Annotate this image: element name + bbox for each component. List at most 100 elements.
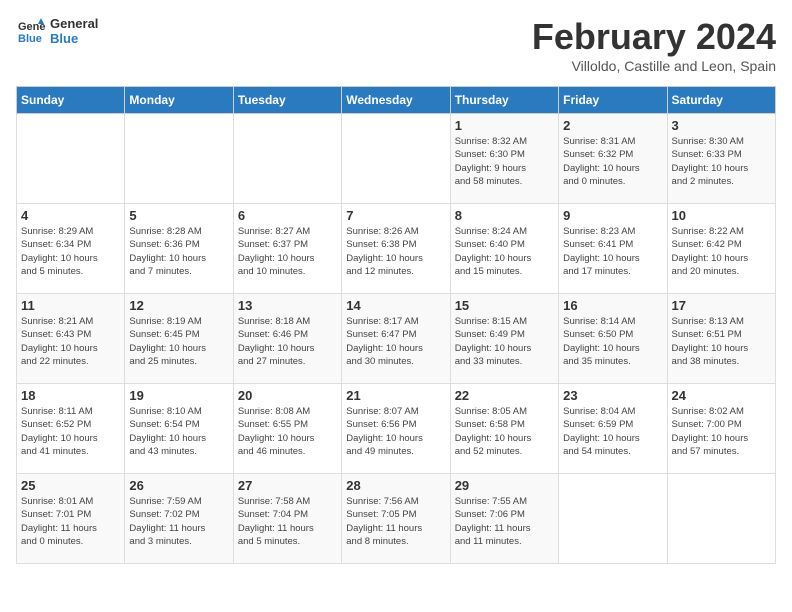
day-info: Sunrise: 8:21 AM Sunset: 6:43 PM Dayligh… bbox=[21, 315, 120, 368]
day-info: Sunrise: 8:30 AM Sunset: 6:33 PM Dayligh… bbox=[672, 135, 771, 188]
day-info: Sunrise: 8:13 AM Sunset: 6:51 PM Dayligh… bbox=[672, 315, 771, 368]
calendar-day-header: Sunday bbox=[17, 87, 125, 114]
calendar-day-header: Saturday bbox=[667, 87, 775, 114]
day-number: 21 bbox=[346, 388, 445, 403]
day-info: Sunrise: 8:14 AM Sunset: 6:50 PM Dayligh… bbox=[563, 315, 662, 368]
day-number: 5 bbox=[129, 208, 228, 223]
day-info: Sunrise: 7:59 AM Sunset: 7:02 PM Dayligh… bbox=[129, 495, 228, 548]
day-info: Sunrise: 7:58 AM Sunset: 7:04 PM Dayligh… bbox=[238, 495, 337, 548]
day-info: Sunrise: 8:26 AM Sunset: 6:38 PM Dayligh… bbox=[346, 225, 445, 278]
day-info: Sunrise: 8:02 AM Sunset: 7:00 PM Dayligh… bbox=[672, 405, 771, 458]
calendar-cell: 14Sunrise: 8:17 AM Sunset: 6:47 PM Dayli… bbox=[342, 294, 450, 384]
day-number: 26 bbox=[129, 478, 228, 493]
calendar-cell bbox=[667, 474, 775, 564]
calendar-cell bbox=[342, 114, 450, 204]
day-info: Sunrise: 7:55 AM Sunset: 7:06 PM Dayligh… bbox=[455, 495, 554, 548]
day-number: 15 bbox=[455, 298, 554, 313]
day-number: 13 bbox=[238, 298, 337, 313]
calendar-week-row: 25Sunrise: 8:01 AM Sunset: 7:01 PM Dayli… bbox=[17, 474, 776, 564]
main-title: February 2024 bbox=[532, 16, 776, 58]
day-info: Sunrise: 8:22 AM Sunset: 6:42 PM Dayligh… bbox=[672, 225, 771, 278]
day-info: Sunrise: 8:17 AM Sunset: 6:47 PM Dayligh… bbox=[346, 315, 445, 368]
day-number: 24 bbox=[672, 388, 771, 403]
day-info: Sunrise: 8:18 AM Sunset: 6:46 PM Dayligh… bbox=[238, 315, 337, 368]
day-number: 29 bbox=[455, 478, 554, 493]
calendar-cell: 12 Sunrise: 8:19 AM Sunset: 6:45 PM Dayli… bbox=[125, 294, 233, 384]
subtitle: Villoldo, Castille and Leon, Spain bbox=[532, 58, 776, 74]
calendar-cell: 27 Sunrise: 7:58 AM Sunset: 7:04 PM Dayli… bbox=[233, 474, 341, 564]
day-info: Sunrise: 8:23 AM Sunset: 6:41 PM Dayligh… bbox=[563, 225, 662, 278]
calendar-week-row: 1 Sunrise: 8:32 AM Sunset: 6:30 PM Daylig… bbox=[17, 114, 776, 204]
day-info: Sunrise: 7:56 AM Sunset: 7:05 PM Dayligh… bbox=[346, 495, 445, 548]
day-number: 20 bbox=[238, 388, 337, 403]
calendar-day-header: Tuesday bbox=[233, 87, 341, 114]
calendar-cell: 11 Sunrise: 8:21 AM Sunset: 6:43 PM Dayli… bbox=[17, 294, 125, 384]
title-block: February 2024 Villoldo, Castille and Leo… bbox=[532, 16, 776, 74]
svg-text:Blue: Blue bbox=[18, 33, 42, 45]
calendar-cell: 2 Sunrise: 8:31 AM Sunset: 6:32 PM Daylig… bbox=[559, 114, 667, 204]
calendar-cell: 21 Sunrise: 8:07 AM Sunset: 6:56 PM Dayli… bbox=[342, 384, 450, 474]
calendar-header-row: SundayMondayTuesdayWednesdayThursdayFrid… bbox=[17, 87, 776, 114]
calendar-cell bbox=[17, 114, 125, 204]
calendar-cell bbox=[233, 114, 341, 204]
calendar-day-header: Friday bbox=[559, 87, 667, 114]
logo-line2: Blue bbox=[50, 31, 98, 46]
calendar-cell: 28Sunrise: 7:56 AM Sunset: 7:05 PM Dayli… bbox=[342, 474, 450, 564]
calendar-day-header: Wednesday bbox=[342, 87, 450, 114]
calendar-cell: 10 Sunrise: 8:22 AM Sunset: 6:42 PM Dayli… bbox=[667, 204, 775, 294]
day-info: Sunrise: 8:15 AM Sunset: 6:49 PM Dayligh… bbox=[455, 315, 554, 368]
day-number: 8 bbox=[455, 208, 554, 223]
day-number: 16 bbox=[563, 298, 662, 313]
day-info: Sunrise: 8:07 AM Sunset: 6:56 PM Dayligh… bbox=[346, 405, 445, 458]
day-info: Sunrise: 8:10 AM Sunset: 6:54 PM Dayligh… bbox=[129, 405, 228, 458]
day-info: Sunrise: 8:08 AM Sunset: 6:55 PM Dayligh… bbox=[238, 405, 337, 458]
day-info: Sunrise: 8:27 AM Sunset: 6:37 PM Dayligh… bbox=[238, 225, 337, 278]
calendar-cell: 25Sunrise: 8:01 AM Sunset: 7:01 PM Dayli… bbox=[17, 474, 125, 564]
day-number: 22 bbox=[455, 388, 554, 403]
calendar-cell: 17 Sunrise: 8:13 AM Sunset: 6:51 PM Dayli… bbox=[667, 294, 775, 384]
day-number: 9 bbox=[563, 208, 662, 223]
calendar-cell: 29 Sunrise: 7:55 AM Sunset: 7:06 PM Dayli… bbox=[450, 474, 558, 564]
calendar-cell: 13 Sunrise: 8:18 AM Sunset: 6:46 PM Dayli… bbox=[233, 294, 341, 384]
calendar-cell: 7Sunrise: 8:26 AM Sunset: 6:38 PM Daylig… bbox=[342, 204, 450, 294]
day-number: 27 bbox=[238, 478, 337, 493]
calendar-cell: 23 Sunrise: 8:04 AM Sunset: 6:59 PM Dayli… bbox=[559, 384, 667, 474]
calendar-cell: 24 Sunrise: 8:02 AM Sunset: 7:00 PM Dayli… bbox=[667, 384, 775, 474]
day-number: 12 bbox=[129, 298, 228, 313]
day-number: 1 bbox=[455, 118, 554, 133]
calendar-cell: 26 Sunrise: 7:59 AM Sunset: 7:02 PM Dayli… bbox=[125, 474, 233, 564]
day-info: Sunrise: 8:29 AM Sunset: 6:34 PM Dayligh… bbox=[21, 225, 120, 278]
day-number: 2 bbox=[563, 118, 662, 133]
day-number: 11 bbox=[21, 298, 120, 313]
calendar-table: SundayMondayTuesdayWednesdayThursdayFrid… bbox=[16, 86, 776, 564]
page-header: General Blue General Blue February 2024 … bbox=[16, 16, 776, 74]
calendar-cell: 4Sunrise: 8:29 AM Sunset: 6:34 PM Daylig… bbox=[17, 204, 125, 294]
logo-line1: General bbox=[50, 16, 98, 31]
day-info: Sunrise: 8:19 AM Sunset: 6:45 PM Dayligh… bbox=[129, 315, 228, 368]
calendar-cell: 18Sunrise: 8:11 AM Sunset: 6:52 PM Dayli… bbox=[17, 384, 125, 474]
calendar-cell: 3Sunrise: 8:30 AM Sunset: 6:33 PM Daylig… bbox=[667, 114, 775, 204]
calendar-body: 1 Sunrise: 8:32 AM Sunset: 6:30 PM Daylig… bbox=[17, 114, 776, 564]
calendar-week-row: 11 Sunrise: 8:21 AM Sunset: 6:43 PM Dayli… bbox=[17, 294, 776, 384]
calendar-cell: 20 Sunrise: 8:08 AM Sunset: 6:55 PM Dayli… bbox=[233, 384, 341, 474]
logo: General Blue General Blue bbox=[16, 16, 98, 46]
logo-icon: General Blue bbox=[16, 16, 46, 46]
day-info: Sunrise: 8:01 AM Sunset: 7:01 PM Dayligh… bbox=[21, 495, 120, 548]
calendar-cell: 1 Sunrise: 8:32 AM Sunset: 6:30 PM Daylig… bbox=[450, 114, 558, 204]
calendar-cell: 6 Sunrise: 8:27 AM Sunset: 6:37 PM Daylig… bbox=[233, 204, 341, 294]
day-number: 6 bbox=[238, 208, 337, 223]
calendar-cell: 9 Sunrise: 8:23 AM Sunset: 6:41 PM Daylig… bbox=[559, 204, 667, 294]
day-info: Sunrise: 8:32 AM Sunset: 6:30 PM Dayligh… bbox=[455, 135, 554, 188]
day-number: 17 bbox=[672, 298, 771, 313]
calendar-cell: 15 Sunrise: 8:15 AM Sunset: 6:49 PM Dayli… bbox=[450, 294, 558, 384]
day-number: 18 bbox=[21, 388, 120, 403]
day-info: Sunrise: 8:24 AM Sunset: 6:40 PM Dayligh… bbox=[455, 225, 554, 278]
calendar-cell bbox=[559, 474, 667, 564]
calendar-cell bbox=[125, 114, 233, 204]
calendar-cell: 5Sunrise: 8:28 AM Sunset: 6:36 PM Daylig… bbox=[125, 204, 233, 294]
day-number: 10 bbox=[672, 208, 771, 223]
day-info: Sunrise: 8:31 AM Sunset: 6:32 PM Dayligh… bbox=[563, 135, 662, 188]
day-number: 23 bbox=[563, 388, 662, 403]
calendar-cell: 8 Sunrise: 8:24 AM Sunset: 6:40 PM Daylig… bbox=[450, 204, 558, 294]
day-info: Sunrise: 8:04 AM Sunset: 6:59 PM Dayligh… bbox=[563, 405, 662, 458]
